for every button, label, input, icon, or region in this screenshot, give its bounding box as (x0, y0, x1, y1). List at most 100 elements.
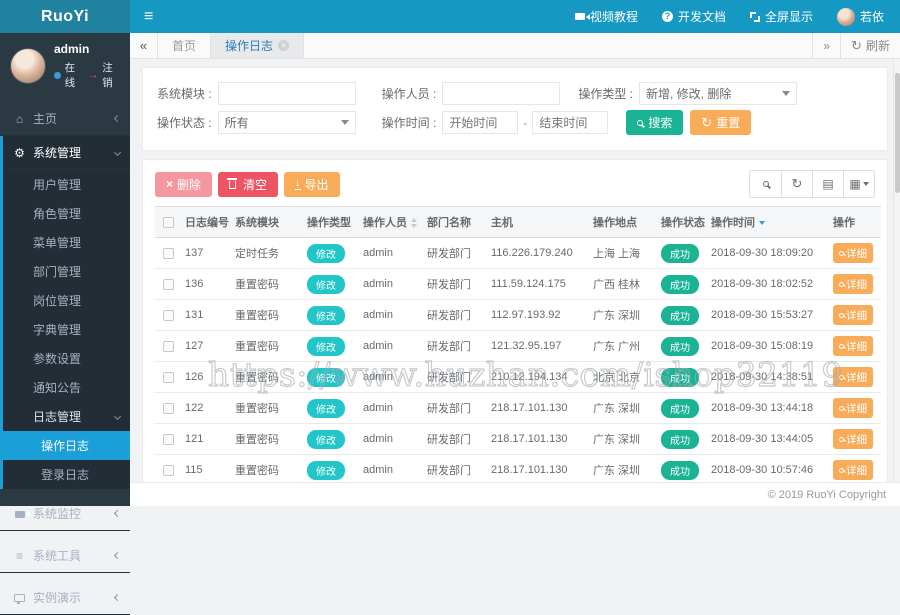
module-input[interactable] (217, 82, 356, 105)
tab-home[interactable]: 首页 (158, 33, 212, 58)
type-select[interactable]: 新增, 修改, 删除 (639, 82, 798, 105)
x-icon: × (166, 177, 174, 191)
detail-button[interactable]: 详细 (833, 460, 873, 480)
sidebar-item-log-management[interactable]: 日志管理 (3, 402, 130, 431)
row-checkbox[interactable] (162, 309, 174, 321)
nav-docs-label: 开发文档 (677, 10, 726, 24)
tab-refresh-button[interactable]: ↻ 刷新 (840, 33, 900, 58)
sidebar-item-operation-log[interactable]: 操作日志 (3, 431, 130, 460)
nav-fullscreen-label: 全屏显示 (764, 10, 813, 24)
columns-button[interactable]: ▦ (843, 171, 874, 197)
time-start-input[interactable] (442, 111, 519, 134)
row-checkbox[interactable] (162, 464, 174, 476)
sidebar-item-home[interactable]: ⌂ 主页 (0, 102, 130, 136)
detail-button[interactable]: 详细 (833, 336, 873, 356)
table-row: 115 重置密码 修改 admin 研发部门 218.17.101.130 广东 深圳… (155, 454, 881, 482)
chevron-left-icon (113, 114, 122, 123)
desktop-icon (13, 591, 26, 605)
caret-down-icon (340, 120, 349, 125)
row-checkbox[interactable] (162, 340, 174, 352)
user-avatar (836, 7, 855, 26)
operator-input[interactable] (442, 82, 561, 105)
toggle-view-button[interactable]: ▤ (812, 171, 843, 197)
sidebar-item-demo[interactable]: 实例演示 (0, 581, 130, 615)
sidebar-item-dict-management[interactable]: 字典管理 (3, 315, 130, 344)
delete-button[interactable]: × 删除 (155, 171, 213, 197)
table-row: 126 重置密码 修改 admin 研发部门 210.12.194.134 北京 北京… (155, 361, 881, 393)
search-button[interactable]: 搜索 (626, 110, 684, 135)
detail-button[interactable]: 详细 (833, 305, 873, 325)
table-row: 131 重置密码 修改 admin 研发部门 112.97.193.92 广东 深圳 … (155, 299, 881, 331)
status-select[interactable]: 所有 (217, 111, 356, 134)
sidebar-item-param-settings[interactable]: 参数设置 (3, 344, 130, 373)
operator-label: 操作人员 : (381, 87, 437, 101)
list-icon: ≡ (15, 548, 23, 563)
sidebar-menu: ⌂ 主页 ⚙ 系统管理 用户管理 角色管理 菜单管理 部门管理 岗位管理 字典管… (0, 102, 130, 615)
select-all-checkbox[interactable] (162, 216, 174, 228)
detail-button[interactable]: 详细 (833, 398, 873, 418)
sidebar-item-system-management[interactable]: ⚙ 系统管理 (3, 136, 130, 170)
log-submenu: 操作日志 登录日志 (3, 431, 130, 489)
type-badge: 修改 (307, 460, 345, 480)
trash-icon (227, 178, 238, 189)
tabs-scroll-left-icon[interactable]: « (130, 33, 158, 58)
col-dept: 部门名称 (423, 206, 487, 238)
module-label: 系统模块 : (157, 87, 212, 101)
time-end-input[interactable] (532, 111, 609, 134)
fullscreen-icon (749, 11, 760, 22)
caret-down-icon (782, 91, 791, 96)
col-status: 操作状态 (657, 206, 707, 238)
sidebar-item-system-tools[interactable]: ≡ 系统工具 (0, 539, 130, 573)
chevron-left-icon (113, 509, 122, 518)
table-row: 136 重置密码 修改 admin 研发部门 111.59.124.175 广西 桂林… (155, 268, 881, 300)
profile-avatar[interactable] (10, 48, 46, 84)
type-badge: 修改 (307, 274, 345, 294)
sidebar-item-role-management[interactable]: 角色管理 (3, 199, 130, 228)
sidebar-item-login-log[interactable]: 登录日志 (3, 460, 130, 489)
chevron-left-icon (113, 551, 122, 560)
detail-button[interactable]: 详细 (833, 243, 873, 263)
user-menu-label: 若依 (859, 10, 884, 24)
detail-button[interactable]: 详细 (833, 367, 873, 387)
clear-button[interactable]: 清空 (218, 171, 279, 197)
nav-dev-docs[interactable]: ? 开发文档 (661, 8, 726, 25)
col-operator[interactable]: 操作人员 (359, 206, 423, 238)
scrollbar[interactable] (893, 59, 900, 482)
row-checkbox[interactable] (162, 278, 174, 290)
sidebar-item-post-management[interactable]: 岗位管理 (3, 286, 130, 315)
refresh-table-button[interactable]: ↻ (781, 171, 812, 197)
row-checkbox[interactable] (162, 247, 174, 259)
status-badge: 成功 (661, 336, 699, 356)
tabs-scroll-right-icon[interactable]: » (812, 33, 840, 58)
sidebar-item-menu-management[interactable]: 菜单管理 (3, 228, 130, 257)
col-type: 操作类型 (303, 206, 359, 238)
card-view-icon: ▤ (822, 177, 834, 191)
nav-fullscreen[interactable]: 全屏显示 (749, 8, 813, 25)
toggle-search-button[interactable] (750, 171, 781, 197)
sidebar-item-notice[interactable]: 通知公告 (3, 373, 130, 402)
sidebar-toggle-icon[interactable]: ≡ (130, 0, 167, 33)
sidebar-item-system-monitor[interactable]: 系统监控 (0, 497, 130, 531)
sidebar-item-dept-management[interactable]: 部门管理 (3, 257, 130, 286)
logout-link[interactable]: 注销 (102, 60, 122, 90)
sidebar-profile: admin 在线 → 注销 (0, 33, 130, 102)
profile-name: admin (54, 42, 90, 56)
scrollbar-thumb[interactable] (895, 73, 900, 193)
sidebar-item-user-management[interactable]: 用户管理 (3, 170, 130, 199)
nav-video-tutorial[interactable]: 视频教程 (574, 8, 638, 25)
detail-button[interactable]: 详细 (833, 274, 873, 294)
col-time[interactable]: 操作时间 (707, 206, 829, 238)
row-checkbox[interactable] (162, 402, 174, 414)
app-logo[interactable]: RuoYi (0, 0, 130, 33)
row-checkbox[interactable] (162, 371, 174, 383)
search-icon (762, 181, 769, 187)
user-menu[interactable]: 若依 (836, 7, 884, 26)
reset-button[interactable]: ↻ 重置 (690, 110, 752, 135)
tab-operation-log[interactable]: 操作日志 × (211, 33, 305, 58)
logout-icon: → (88, 69, 99, 81)
export-button[interactable]: ↓ 导出 (284, 171, 340, 197)
sort-desc-icon (759, 221, 765, 226)
detail-button[interactable]: 详细 (833, 429, 873, 449)
tab-close-icon[interactable]: × (278, 40, 290, 51)
row-checkbox[interactable] (162, 433, 174, 445)
